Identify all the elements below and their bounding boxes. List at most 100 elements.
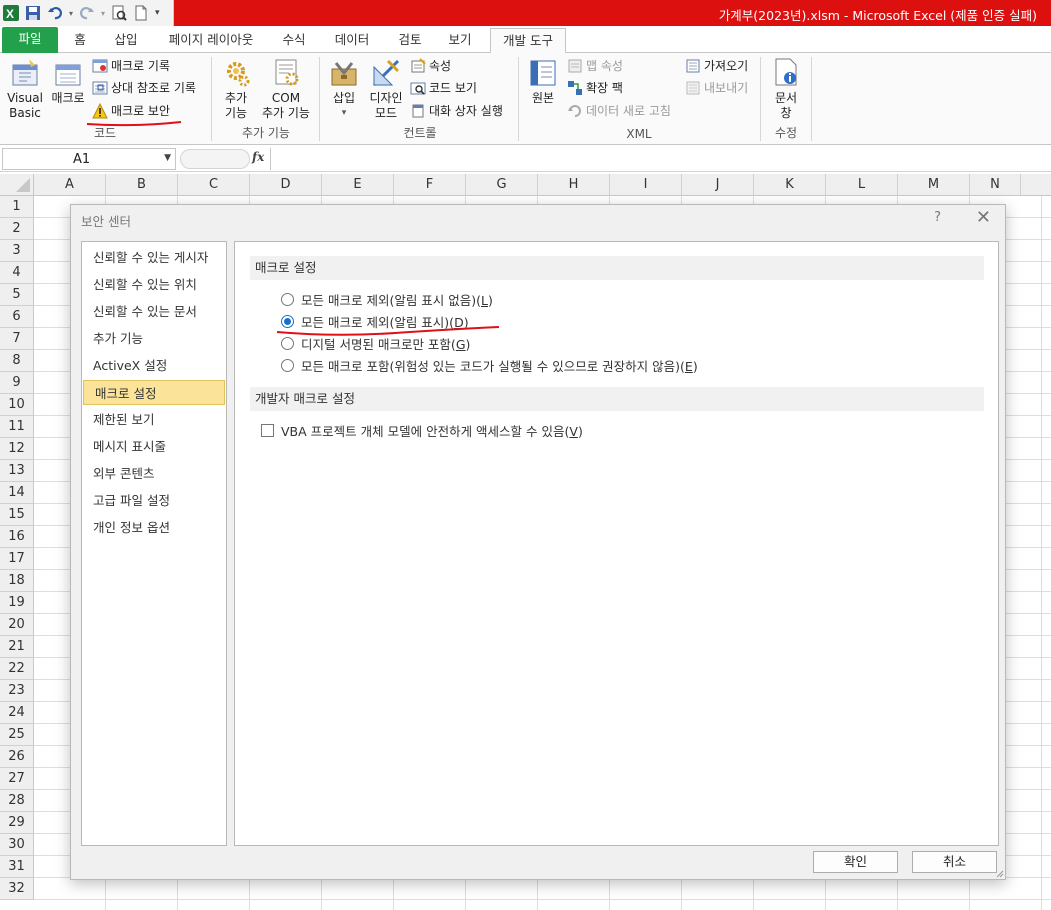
visual-basic-button[interactable]: Visual Basic (4, 57, 46, 121)
row-header[interactable]: 8 (0, 350, 34, 372)
nav-trusted-locations[interactable]: 신뢰할 수 있는 위치 (82, 272, 226, 297)
redo-dropdown-icon[interactable]: ▾ (101, 9, 105, 18)
row-header[interactable]: 24 (0, 702, 34, 724)
row-header[interactable]: 23 (0, 680, 34, 702)
row-header[interactable]: 12 (0, 438, 34, 460)
column-header[interactable]: L (826, 174, 898, 196)
radio-digitally-signed-only[interactable] (281, 336, 294, 350)
nav-activex-settings[interactable]: ActiveX 설정 (82, 353, 226, 378)
export-button[interactable]: 내보내기 (685, 78, 748, 98)
row-header[interactable]: 1 (0, 196, 34, 218)
tab-page-layout[interactable]: 페이지 레이아웃 (156, 28, 266, 53)
resize-grip-icon[interactable] (996, 870, 1004, 878)
xml-source-button[interactable]: 원본 (524, 57, 562, 106)
row-header[interactable]: 25 (0, 724, 34, 746)
close-icon[interactable]: ✕ (976, 207, 991, 228)
undo-dropdown-icon[interactable]: ▾ (69, 9, 73, 18)
row-header[interactable]: 26 (0, 746, 34, 768)
properties-button[interactable]: 속성 (410, 56, 451, 76)
run-dialog-button[interactable]: 대화 상자 실행 (410, 101, 503, 121)
row-header[interactable]: 17 (0, 548, 34, 570)
document-panel-button[interactable]: 문서 창 (766, 57, 806, 121)
ok-button[interactable]: 확인 (813, 851, 898, 873)
row-header[interactable]: 10 (0, 394, 34, 416)
row-header[interactable]: 28 (0, 790, 34, 812)
row-header[interactable]: 22 (0, 658, 34, 680)
cancel-button[interactable]: 취소 (912, 851, 997, 873)
row-header[interactable]: 6 (0, 306, 34, 328)
com-addins-button[interactable]: COM 추가 기능 (258, 57, 314, 121)
nav-addins[interactable]: 추가 기능 (82, 326, 226, 351)
row-header[interactable]: 2 (0, 218, 34, 240)
column-header[interactable]: E (322, 174, 394, 196)
view-code-button[interactable]: 코드 보기 (410, 78, 477, 98)
design-mode-button[interactable]: 디자인 모드 (364, 57, 408, 121)
column-header[interactable]: J (682, 174, 754, 196)
column-header[interactable]: K (754, 174, 826, 196)
row-header[interactable]: 15 (0, 504, 34, 526)
row-header[interactable]: 4 (0, 262, 34, 284)
insert-function-icon[interactable]: fx (252, 150, 264, 164)
tab-developer[interactable]: 개발 도구 (490, 28, 566, 54)
save-icon[interactable] (25, 5, 41, 21)
print-preview-icon[interactable] (111, 5, 127, 21)
map-properties-button[interactable]: 맵 속성 (567, 56, 623, 76)
row-header[interactable]: 5 (0, 284, 34, 306)
nav-file-block-settings[interactable]: 고급 파일 설정 (82, 488, 226, 513)
option-digitally-signed-only[interactable]: 디지털 서명된 매크로만 포함(G) (281, 333, 470, 353)
column-header[interactable]: A (34, 174, 106, 196)
name-box-dropdown-icon[interactable]: ▼ (164, 153, 171, 163)
select-all-corner[interactable] (0, 174, 34, 196)
row-header[interactable]: 16 (0, 526, 34, 548)
new-document-icon[interactable] (133, 5, 149, 21)
column-header[interactable]: B (106, 174, 178, 196)
tab-file[interactable]: 파일 (2, 27, 58, 53)
insert-control-button[interactable]: 삽입 ▾ (326, 57, 362, 121)
row-header[interactable]: 7 (0, 328, 34, 350)
nav-trusted-documents[interactable]: 신뢰할 수 있는 문서 (82, 299, 226, 324)
column-header[interactable]: G (466, 174, 538, 196)
row-header[interactable]: 21 (0, 636, 34, 658)
import-button[interactable]: 가져오기 (685, 56, 748, 76)
column-header[interactable]: H (538, 174, 610, 196)
column-header[interactable]: I (610, 174, 682, 196)
help-icon[interactable]: ? (934, 210, 941, 225)
row-header[interactable]: 31 (0, 856, 34, 878)
nav-protected-view[interactable]: 제한된 보기 (82, 407, 226, 432)
formula-bar-splitter[interactable] (180, 149, 250, 169)
nav-privacy-options[interactable]: 개인 정보 옵션 (82, 515, 226, 540)
row-header[interactable]: 19 (0, 592, 34, 614)
row-header[interactable]: 20 (0, 614, 34, 636)
relative-reference-button[interactable]: 상대 참조로 기록 (92, 78, 196, 98)
radio-disable-no-notification[interactable] (281, 292, 294, 306)
row-header[interactable]: 30 (0, 834, 34, 856)
column-header[interactable]: M (898, 174, 970, 196)
row-header[interactable]: 9 (0, 372, 34, 394)
row-header[interactable]: 3 (0, 240, 34, 262)
macro-security-button[interactable]: 매크로 보안 (92, 101, 170, 121)
customize-qat-icon[interactable]: ▾ (155, 8, 160, 18)
option-enable-all[interactable]: 모든 매크로 포함(위험성 있는 코드가 실행될 수 있으므로 권장하지 않음)… (281, 355, 698, 375)
nav-trusted-publishers[interactable]: 신뢰할 수 있는 게시자 (82, 245, 226, 270)
name-box[interactable]: A1 ▼ (2, 148, 176, 170)
row-header[interactable]: 27 (0, 768, 34, 790)
column-header[interactable]: D (250, 174, 322, 196)
checkbox-trust-vba-object-model[interactable] (261, 423, 274, 437)
radio-enable-all[interactable] (281, 358, 294, 372)
record-macro-button[interactable]: 매크로 기록 (92, 56, 170, 76)
refresh-data-button[interactable]: 데이터 새로 고침 (567, 101, 671, 121)
option-trust-vba-object-model[interactable]: VBA 프로젝트 개체 모델에 안전하게 액세스할 수 있음(V) (261, 420, 583, 440)
row-header[interactable]: 11 (0, 416, 34, 438)
row-header[interactable]: 13 (0, 460, 34, 482)
undo-icon[interactable] (47, 5, 63, 21)
tab-review[interactable]: 검토 (388, 28, 432, 53)
column-header[interactable]: N (970, 174, 1021, 196)
column-header[interactable]: C (178, 174, 250, 196)
nav-message-bar[interactable]: 메시지 표시줄 (82, 434, 226, 459)
row-header[interactable]: 29 (0, 812, 34, 834)
option-disable-no-notification[interactable]: 모든 매크로 제외(알림 표시 없음)(L) (281, 289, 493, 309)
row-header[interactable]: 18 (0, 570, 34, 592)
column-header[interactable]: F (394, 174, 466, 196)
row-header[interactable]: 32 (0, 878, 34, 900)
tab-formulas[interactable]: 수식 (272, 28, 316, 53)
